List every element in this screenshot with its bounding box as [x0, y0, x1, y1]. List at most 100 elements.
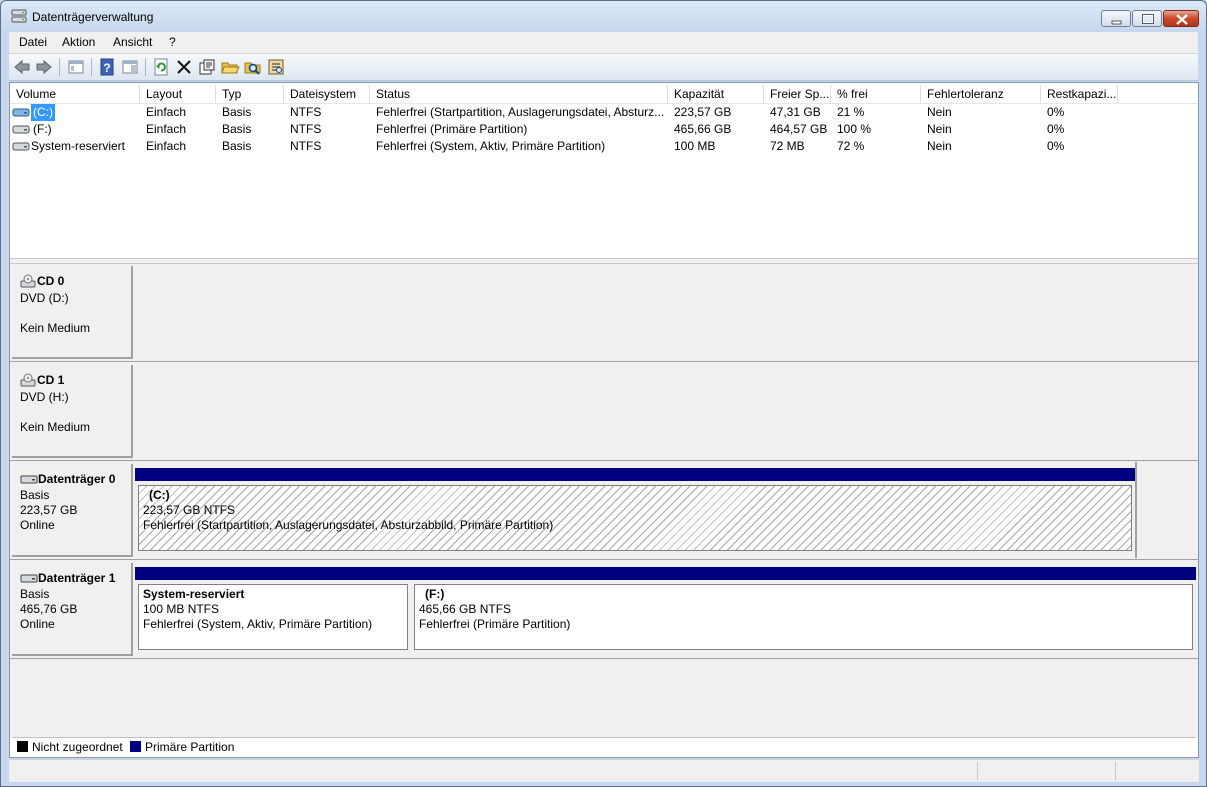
- disk-row-cd0: CD 0 DVD (D:) Kein Medium: [10, 264, 1198, 362]
- menu-bar: Datei Aktion Ansicht ?: [9, 32, 1198, 54]
- column-header-layout[interactable]: Layout: [140, 85, 216, 103]
- column-header-prozent-frei[interactable]: % frei: [831, 85, 921, 103]
- primary-partition-bar: [411, 567, 1196, 580]
- volume-free-space: 72 MB: [770, 139, 805, 153]
- primary-partition-bar: [135, 468, 1135, 481]
- column-header-restkapazitaet[interactable]: Restkapazi...: [1041, 85, 1118, 103]
- properties-pane-icon[interactable]: [120, 57, 140, 77]
- show-hide-tree-icon[interactable]: [66, 57, 86, 77]
- disk-type: Basis: [20, 587, 50, 601]
- volume-fault-tolerance: Nein: [927, 122, 952, 136]
- hdd-icon: [12, 104, 30, 121]
- disk-media-status: Kein Medium: [20, 420, 91, 434]
- disk-type: Basis: [20, 488, 50, 502]
- volume-name: (F:): [33, 122, 52, 136]
- disk-row-disk1: Datenträger 1 Basis 465,76 GB Online Sys…: [10, 561, 1198, 659]
- primary-partition-bar: [135, 567, 411, 580]
- back-icon[interactable]: [12, 57, 32, 77]
- disk-name: CD 0: [37, 274, 65, 288]
- close-icon: [1176, 14, 1188, 25]
- forward-icon[interactable]: [34, 57, 54, 77]
- partition-f[interactable]: (F:) 465,66 GB NTFS Fehlerfrei (Primäre …: [411, 567, 1196, 653]
- status-segment: [977, 762, 1116, 780]
- volume-capacity: 465,66 GB: [674, 122, 732, 136]
- menu-aktion[interactable]: Aktion: [62, 35, 95, 49]
- minimize-button[interactable]: [1101, 10, 1131, 27]
- partition-size: 100 MB NTFS: [143, 602, 220, 616]
- volume-status: Fehlerfrei (Startpartition, Auslagerungs…: [376, 105, 665, 119]
- table-row[interactable]: System-reserviert Einfach Basis NTFS Feh…: [10, 138, 1198, 155]
- disk-name: Datenträger 1: [38, 571, 116, 585]
- volume-overhead: 0%: [1047, 122, 1065, 136]
- volume-free-space: 47,31 GB: [770, 105, 821, 119]
- close-button[interactable]: [1163, 10, 1199, 27]
- volume-status: Fehlerfrei (Primäre Partition): [376, 122, 528, 136]
- partition-c[interactable]: (C:) 223,57 GB NTFS Fehlerfrei (Startpar…: [135, 468, 1135, 554]
- legend-swatch-unallocated: [17, 741, 28, 752]
- partition-status: Fehlerfrei (Primäre Partition): [419, 617, 571, 631]
- disk-row-disk0: Datenträger 0 Basis 223,57 GB Online (C:…: [10, 462, 1198, 560]
- volume-layout: Einfach: [146, 105, 187, 119]
- volume-layout: Einfach: [146, 139, 187, 153]
- disk-label-cd0[interactable]: CD 0 DVD (D:) Kein Medium: [12, 266, 133, 359]
- main-content: Volume Layout Typ Dateisystem Status Kap…: [9, 82, 1199, 758]
- volume-filesystem: NTFS: [290, 139, 322, 153]
- column-header-kapazitaet[interactable]: Kapazität: [668, 85, 764, 103]
- volume-free-space: 464,57 GB: [770, 122, 828, 136]
- disk-label-disk0[interactable]: Datenträger 0 Basis 223,57 GB Online: [12, 464, 133, 557]
- help-icon[interactable]: ?: [97, 57, 117, 77]
- open-icon[interactable]: [220, 57, 240, 77]
- properties-icon[interactable]: [197, 57, 217, 77]
- column-header-freier-speicher[interactable]: Freier Sp...: [764, 85, 831, 103]
- column-header-volume[interactable]: Volume: [10, 85, 140, 103]
- cd-drive-title: CD 0: [20, 274, 64, 289]
- menu-datei[interactable]: Datei: [19, 35, 47, 49]
- volume-percent-free: 72 %: [837, 139, 865, 153]
- svg-text:?: ?: [103, 61, 110, 75]
- disk-state: Online: [20, 617, 55, 631]
- legend-label-unallocated: Nicht zugeordnet: [32, 740, 123, 754]
- hdd-icon: [12, 121, 30, 138]
- volume-layout: Einfach: [146, 122, 187, 136]
- legend-label-primary: Primäre Partition: [145, 740, 235, 754]
- column-header-fehlertoleranz[interactable]: Fehlertoleranz: [921, 85, 1041, 103]
- column-header-dateisystem[interactable]: Dateisystem: [284, 85, 370, 103]
- disk-row-cd1: CD 1 DVD (H:) Kein Medium: [10, 363, 1198, 461]
- partition-name: System-reserviert: [143, 587, 245, 601]
- explore-icon[interactable]: [243, 57, 263, 77]
- volume-status: Fehlerfrei (System, Aktiv, Primäre Parti…: [376, 139, 606, 153]
- disk-media-status: Kein Medium: [20, 321, 91, 335]
- column-header-status[interactable]: Status: [370, 85, 668, 103]
- table-row[interactable]: (F:) Einfach Basis NTFS Fehlerfrei (Prim…: [10, 121, 1198, 138]
- legend: Nicht zugeordnet Primäre Partition: [12, 737, 1196, 756]
- volume-filesystem: NTFS: [290, 105, 322, 119]
- disk-size: 465,76 GB: [20, 602, 78, 616]
- volume-overhead: 0%: [1047, 105, 1065, 119]
- disk-title: Datenträger 1: [20, 571, 115, 585]
- disk-label-disk1[interactable]: Datenträger 1 Basis 465,76 GB Online: [12, 563, 133, 656]
- window-title: Datenträgerverwaltung: [32, 10, 154, 24]
- partition-name: (C:): [149, 488, 170, 502]
- app-window: Datenträgerverwaltung Datei Aktion Ansic…: [0, 0, 1207, 787]
- disk-label-cd1[interactable]: CD 1 DVD (H:) Kein Medium: [12, 365, 133, 458]
- rescan-icon[interactable]: [266, 57, 286, 77]
- maximize-button[interactable]: [1132, 10, 1162, 27]
- column-header-typ[interactable]: Typ: [216, 85, 284, 103]
- volume-name: (C:): [31, 104, 55, 121]
- partition-system-reserved[interactable]: System-reserviert 100 MB NTFS Fehlerfrei…: [135, 567, 411, 653]
- status-segment: [1115, 762, 1200, 780]
- partition-size: 465,66 GB NTFS: [419, 602, 512, 616]
- menu-help[interactable]: ?: [169, 35, 176, 49]
- menu-ansicht[interactable]: Ansicht: [113, 35, 152, 49]
- maximize-icon: [1142, 14, 1154, 24]
- volume-type: Basis: [222, 105, 252, 119]
- disk-management-icon: [11, 9, 27, 23]
- title-bar: Datenträgerverwaltung: [1, 1, 1206, 31]
- refresh-icon[interactable]: [151, 57, 171, 77]
- volume-fault-tolerance: Nein: [927, 105, 952, 119]
- partition-body: System-reserviert 100 MB NTFS Fehlerfrei…: [138, 584, 408, 650]
- table-row[interactable]: (C:) Einfach Basis NTFS Fehlerfrei (Star…: [10, 104, 1198, 121]
- disk-type: DVD (D:): [20, 291, 69, 305]
- partition-body: (F:) 465,66 GB NTFS Fehlerfrei (Primäre …: [414, 584, 1193, 650]
- delete-icon[interactable]: [174, 57, 194, 77]
